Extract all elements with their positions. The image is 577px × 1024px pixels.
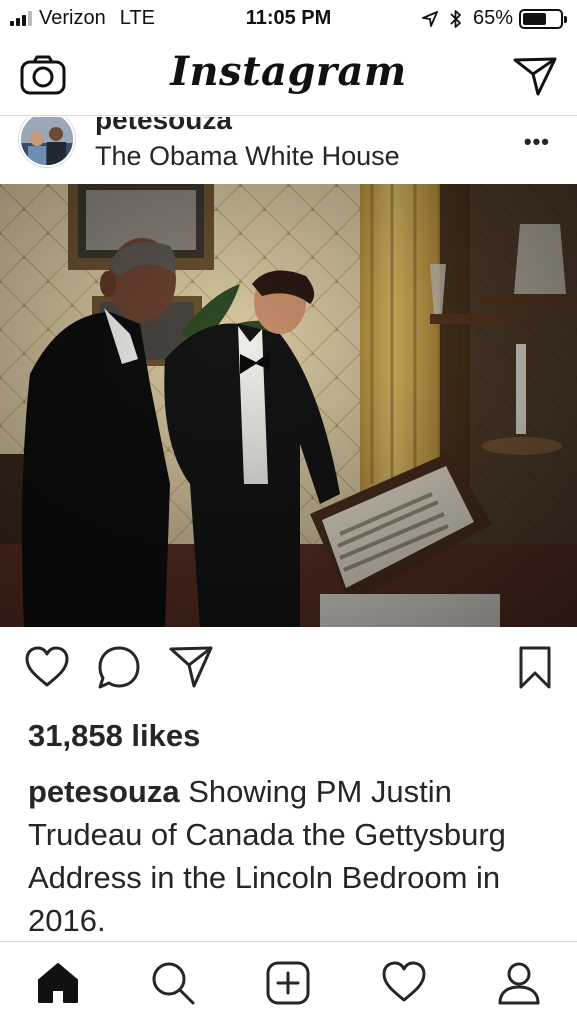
instagram-logo: Instagram [170,48,407,95]
share-icon[interactable] [168,645,214,689]
avatar[interactable] [19,117,75,167]
direct-send-icon[interactable] [513,56,557,96]
likes-count[interactable]: 31,858 likes [28,718,200,754]
status-right: 65% [421,7,567,30]
profile-icon[interactable] [496,960,542,1006]
caption-username[interactable]: petesouza [28,774,180,809]
location-arrow-icon [422,10,438,27]
post-caption: petesouza Showing PM Justin Trudeau of C… [28,770,548,942]
search-icon[interactable] [150,960,196,1006]
bookmark-icon[interactable] [518,645,552,691]
comment-icon[interactable] [96,645,142,691]
post-action-bar [0,645,577,697]
bluetooth-icon [450,9,461,28]
status-bar: Verizon LTE 11:05 PM 65% [0,0,577,38]
post-header: petesouza The Obama White House ••• [0,117,577,184]
battery-percent: 65% [472,7,513,29]
battery-icon [519,8,567,29]
bottom-tab-bar [0,941,577,1024]
more-options-button[interactable]: ••• [524,129,550,155]
top-nav: Instagram [0,38,577,116]
add-post-icon[interactable] [265,960,311,1006]
activity-icon[interactable] [381,960,427,1004]
post-location[interactable]: The Obama White House [95,141,400,172]
post-photo[interactable] [0,184,577,627]
home-icon[interactable] [36,960,80,1004]
heart-icon[interactable] [24,645,70,689]
post-username[interactable]: petesouza [95,117,232,136]
